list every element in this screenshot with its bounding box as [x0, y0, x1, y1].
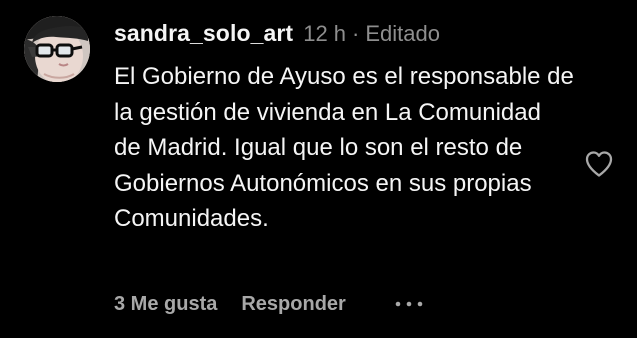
comment-text: El Gobierno de Ayuso es el responsable d…	[114, 63, 574, 232]
reply-button[interactable]: Responder	[241, 293, 345, 316]
comment-meta: sandra_solo_art 12 h · Editado	[114, 20, 440, 50]
comment-actions: 3 Me gusta Responder	[114, 291, 426, 317]
more-options-button[interactable]	[392, 294, 426, 314]
likes-count-button[interactable]: 3 Me gusta	[114, 293, 217, 316]
comment: sandra_solo_art 12 h · Editado El Gobier…	[0, 0, 637, 338]
avatar[interactable]	[24, 16, 90, 82]
like-comment-button[interactable]	[582, 147, 616, 179]
heart-outline-icon	[585, 151, 613, 177]
more-horizontal-icon	[395, 301, 423, 307]
edited-label: Editado	[365, 21, 440, 46]
meta-separator: ·	[352, 21, 360, 46]
username-link[interactable]: sandra_solo_art	[114, 20, 293, 47]
avatar-image	[24, 16, 90, 82]
comment-time[interactable]: 12 h	[303, 21, 346, 47]
